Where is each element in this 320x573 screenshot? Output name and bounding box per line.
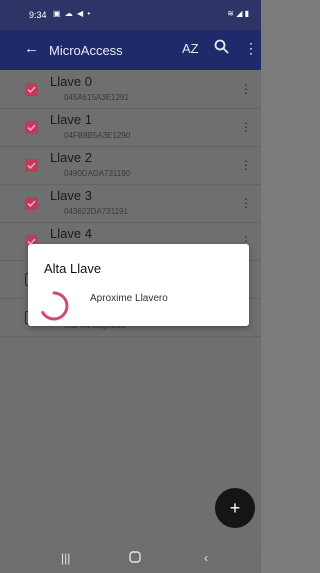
key-name: Llave 2 — [50, 150, 92, 165]
signal-icon: ◢ — [236, 9, 243, 18]
add-key-button[interactable]: + — [215, 488, 255, 528]
key-checkbox[interactable] — [25, 197, 38, 210]
key-list-item[interactable]: Llave 2 0490DADA731190 ⋮ — [0, 146, 261, 185]
back-nav-icon[interactable]: ‹ — [204, 551, 208, 565]
app-title: MicroAccess — [49, 43, 123, 58]
status-time: 9:34 — [29, 10, 47, 20]
key-name: Llave 4 — [50, 226, 92, 241]
key-uid: 04FB8B5A3E1290 — [64, 131, 131, 140]
key-name: Llave 3 — [50, 188, 92, 203]
notification-icons: ▣ ☁ ◀ • — [53, 9, 91, 18]
battery-icon: ▮ — [244, 9, 249, 18]
dialog-message: Aproxime Llavero — [90, 293, 168, 304]
key-checkbox[interactable] — [25, 159, 38, 172]
item-menu-icon[interactable]: ⋮ — [240, 196, 252, 210]
dialog-title: Alta Llave — [44, 261, 102, 276]
status-bar: 9:34 ▣ ☁ ◀ • ≋ ◢ ▮ — [0, 0, 261, 30]
key-list-item[interactable]: Llave 1 04FB8B5A3E1290 ⋮ — [0, 108, 261, 147]
item-menu-icon[interactable]: ⋮ — [240, 120, 252, 134]
recent-apps-icon[interactable]: ||| — [61, 551, 70, 565]
system-icons: ≋ ◢ ▮ — [227, 9, 249, 18]
key-name: Llave 0 — [50, 74, 92, 89]
key-checkbox[interactable] — [25, 121, 38, 134]
sort-az-icon[interactable]: AZ — [182, 41, 199, 56]
overflow-menu-icon[interactable]: ⋮ — [244, 40, 258, 57]
key-list-item[interactable]: Llave 0 045A615A3E1291 ⋮ — [0, 70, 261, 109]
item-menu-icon[interactable]: ⋮ — [240, 158, 252, 172]
phone-screen: 9:34 ▣ ☁ ◀ • ≋ ◢ ▮ ← MicroAccess AZ ⋮ Ll… — [0, 0, 261, 573]
key-uid: 043622DA731191 — [64, 207, 128, 216]
gallery-icon: ▣ — [53, 9, 62, 18]
key-uid: 045A615A3E1291 — [64, 93, 129, 102]
send-icon: ◀ — [77, 9, 85, 18]
home-icon[interactable] — [129, 551, 141, 566]
app-bar: ← MicroAccess AZ ⋮ — [0, 30, 261, 70]
system-nav-bar: ||| ‹ — [0, 546, 261, 573]
item-menu-icon[interactable]: ⋮ — [240, 82, 252, 96]
progress-spinner-icon — [37, 289, 71, 328]
cloud-icon: ☁ — [64, 9, 74, 18]
dot-icon: • — [87, 9, 92, 18]
back-arrow-icon[interactable]: ← — [24, 40, 39, 57]
key-name: Llave 1 — [50, 112, 92, 127]
wifi-icon: ≋ — [227, 9, 234, 18]
search-icon[interactable] — [214, 39, 229, 59]
key-list-item[interactable]: Llave 3 043622DA731191 ⋮ — [0, 184, 261, 223]
alta-llave-dialog: Alta Llave Aproxime Llavero — [28, 244, 249, 326]
key-uid: 0490DADA731190 — [64, 169, 131, 178]
key-checkbox[interactable] — [25, 83, 38, 96]
